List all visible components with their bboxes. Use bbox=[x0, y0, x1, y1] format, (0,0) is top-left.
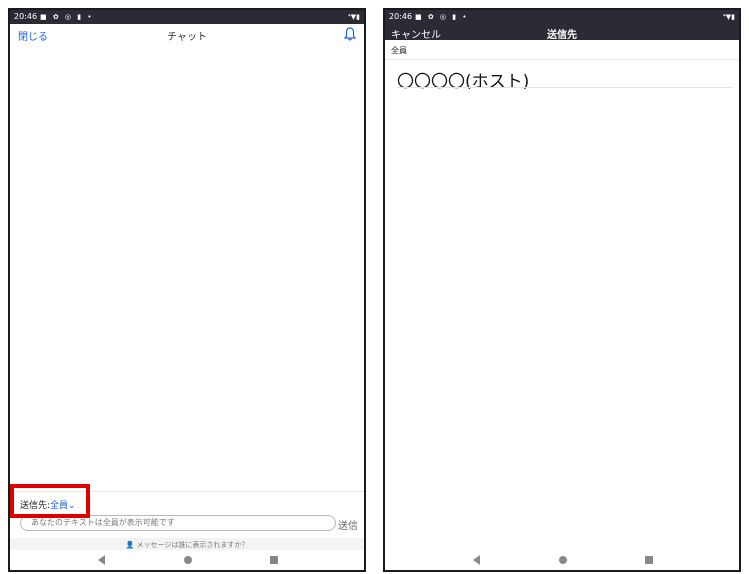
status-time: 20:46 bbox=[14, 12, 38, 21]
home-icon[interactable] bbox=[559, 556, 567, 564]
bell-icon[interactable] bbox=[344, 27, 356, 41]
participant-item[interactable]: 〇〇〇〇(ホスト) bbox=[397, 67, 529, 92]
recipient-value[interactable]: 全員⌄ bbox=[50, 501, 76, 511]
divider bbox=[385, 59, 739, 60]
nav-bar bbox=[385, 550, 739, 570]
back-icon[interactable] bbox=[473, 555, 480, 565]
recipient-header: キャンセル 送信先 bbox=[385, 24, 739, 41]
back-icon[interactable] bbox=[98, 555, 105, 565]
message-input[interactable]: あなたのテキストは全員が表示可能です bbox=[20, 515, 336, 531]
home-icon[interactable] bbox=[184, 556, 192, 564]
hint-text: メッセージは誰に表示されますか？ bbox=[136, 541, 249, 549]
status-time: 20:46 bbox=[389, 12, 413, 21]
recipient-screen: 20:46 ■ ✿ ◎ ▮ • ⁴▼▮ キャンセル 送信先 全員 〇〇〇〇(ホス… bbox=[383, 8, 741, 572]
recent-apps-icon[interactable] bbox=[645, 556, 653, 564]
divider bbox=[10, 491, 364, 492]
section-label-everyone[interactable]: 全員 bbox=[391, 45, 407, 56]
page-title: 送信先 bbox=[547, 30, 577, 41]
person-icon: 👤 bbox=[125, 541, 135, 549]
signal-battery-icons: ⁴▼▮ bbox=[347, 13, 360, 21]
chat-header: 閉じる チャット bbox=[10, 24, 364, 46]
signal-battery-icons: ⁴▼▮ bbox=[722, 13, 735, 21]
status-icons: ■ ✿ ◎ ▮ • bbox=[415, 13, 469, 21]
recipient-selector[interactable]: 送信先:全員⌄ bbox=[20, 498, 76, 511]
page-title: チャット bbox=[167, 32, 207, 43]
send-button[interactable]: 送信 bbox=[338, 517, 358, 532]
recent-apps-icon[interactable] bbox=[270, 556, 278, 564]
chat-screen: 20:46 ■ ✿ ◎ ▮ • ⁴▼▮ 閉じる チャット 送信先:全員⌄ あなた… bbox=[8, 8, 366, 572]
divider bbox=[397, 87, 733, 88]
status-bar: 20:46 ■ ✿ ◎ ▮ • ⁴▼▮ bbox=[10, 10, 364, 24]
status-bar: 20:46 ■ ✿ ◎ ▮ • ⁴▼▮ bbox=[385, 10, 739, 24]
recipient-label: 送信先: bbox=[20, 501, 51, 511]
status-icons: ■ ✿ ◎ ▮ • bbox=[40, 13, 94, 21]
nav-bar bbox=[10, 550, 364, 570]
